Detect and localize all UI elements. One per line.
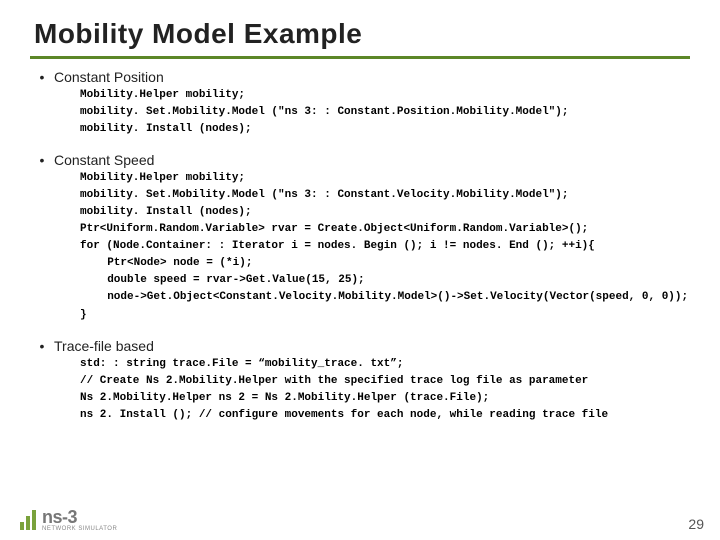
code-block: Mobility.Helper mobility; mobility. Set.… bbox=[80, 170, 690, 323]
page-title: Mobility Model Example bbox=[34, 18, 690, 50]
code-block: Mobility.Helper mobility; mobility. Set.… bbox=[80, 87, 690, 138]
bullet-icon: • bbox=[30, 338, 54, 354]
logo-text: ns-3 bbox=[42, 507, 117, 528]
title-divider bbox=[30, 56, 690, 59]
code-block: std: : string trace.File = “mobility_tra… bbox=[80, 356, 690, 424]
footer: ns-3 NETWORK SIMULATOR 29 bbox=[20, 507, 704, 532]
ns3-logo: ns-3 NETWORK SIMULATOR bbox=[20, 507, 117, 532]
logo-subtitle: NETWORK SIMULATOR bbox=[42, 526, 117, 532]
section-label: Constant Position bbox=[54, 69, 164, 85]
bullet-icon: • bbox=[30, 69, 54, 85]
logo-bars-icon bbox=[20, 510, 36, 530]
section-constant-speed: • Constant Speed Mobility.Helper mobilit… bbox=[30, 152, 690, 323]
slide: Mobility Model Example • Constant Positi… bbox=[0, 0, 720, 540]
section-constant-position: • Constant Position Mobility.Helper mobi… bbox=[30, 69, 690, 138]
page-number: 29 bbox=[688, 516, 704, 532]
bullet-icon: • bbox=[30, 152, 54, 168]
section-trace-file: • Trace-file based std: : string trace.F… bbox=[30, 338, 690, 424]
content-area: • Constant Position Mobility.Helper mobi… bbox=[30, 69, 690, 424]
section-label: Trace-file based bbox=[54, 338, 154, 354]
section-label: Constant Speed bbox=[54, 152, 154, 168]
